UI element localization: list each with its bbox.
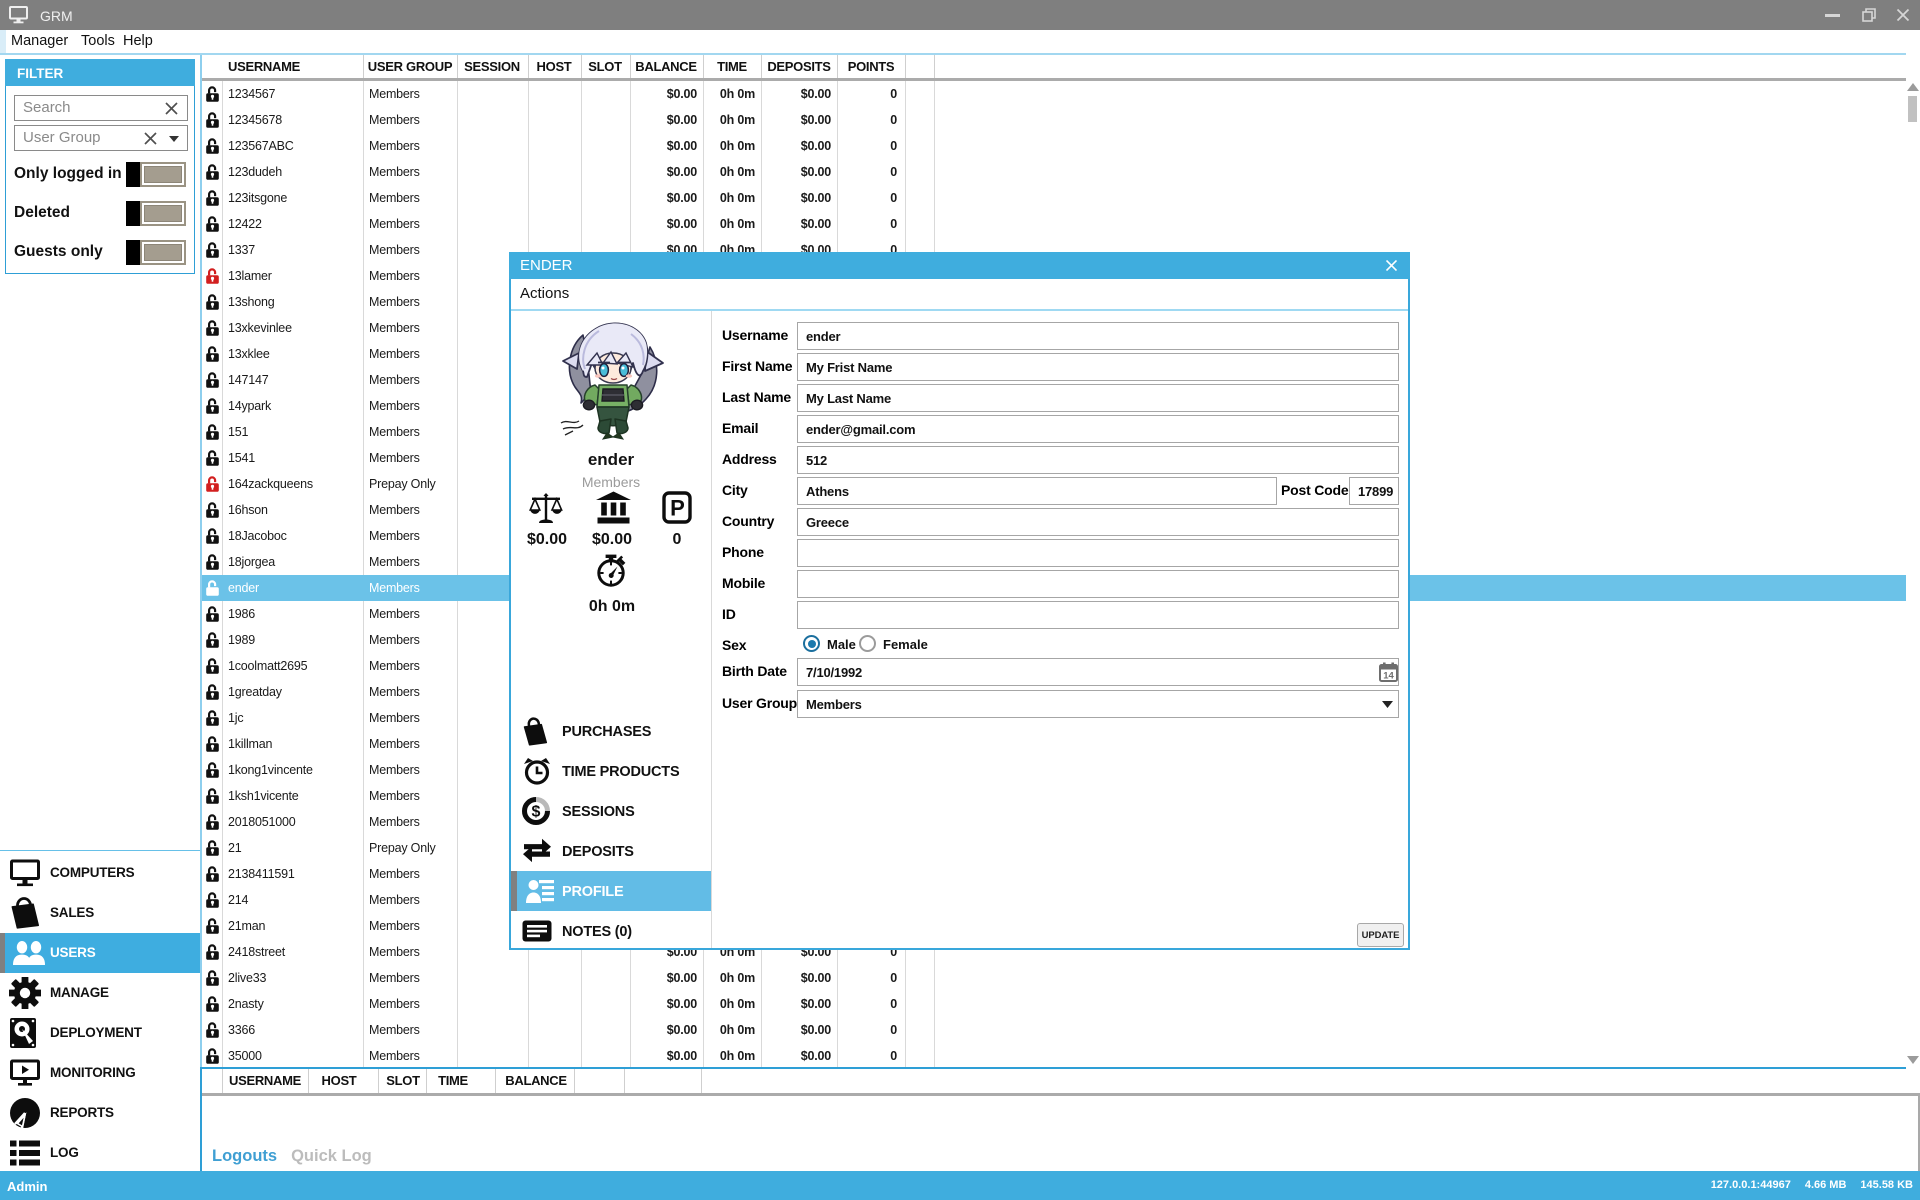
svg-text:14: 14 (1383, 671, 1394, 682)
svg-text:P: P (670, 496, 685, 521)
svg-text:$: $ (532, 804, 541, 821)
